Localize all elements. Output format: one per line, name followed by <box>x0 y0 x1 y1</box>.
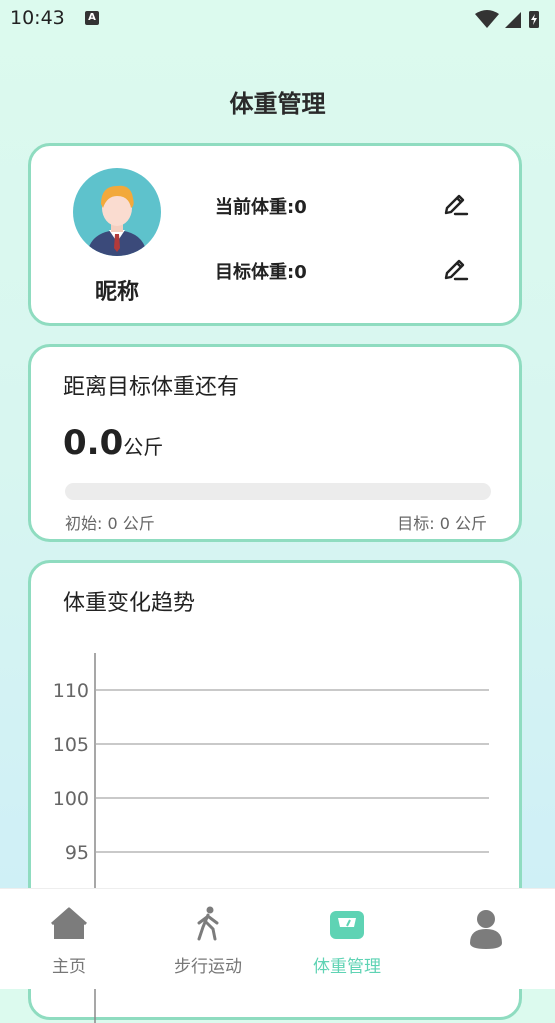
target-weight-value: 0 <box>294 262 307 283</box>
tab-label: 步行运动 <box>174 957 242 977</box>
goal-card: 距离目标体重还有 0.0公斤 初始: 0 公斤 目标: 0 公斤 <box>28 344 522 542</box>
tab-label: 主页 <box>52 957 86 977</box>
signal-icon <box>505 12 521 28</box>
goal-heading: 距离目标体重还有 <box>63 375 240 400</box>
edit-current-weight-icon[interactable] <box>441 188 471 218</box>
remaining-weight-unit: 公斤 <box>123 435 164 459</box>
current-weight-value: 0 <box>294 197 307 218</box>
remaining-weight-value: 0.0 <box>63 423 124 463</box>
y-tick-label: 100 <box>53 788 89 810</box>
goal-progress-bar <box>65 483 491 500</box>
remaining-weight: 0.0公斤 <box>63 423 163 463</box>
tab-walking[interactable]: 步行运动 <box>139 889 277 989</box>
target-weight: 目标体重:0 <box>215 258 307 284</box>
tab-profile[interactable] <box>417 889 555 989</box>
avatar[interactable] <box>73 168 161 256</box>
current-weight: 当前体重:0 <box>215 193 307 219</box>
tab-weight[interactable]: 体重管理 <box>278 889 416 989</box>
target-weight-text: 目标: 0 公斤 <box>397 514 487 533</box>
profile-card: 昵称 当前体重:0 目标体重:0 <box>28 143 522 326</box>
home-icon <box>51 907 87 939</box>
start-weight-text: 初始: 0 公斤 <box>65 514 155 533</box>
tab-label: 体重管理 <box>313 957 381 977</box>
scale-icon <box>330 911 364 939</box>
y-tick-label: 110 <box>53 680 89 702</box>
page-title: 体重管理 <box>229 90 326 118</box>
y-tick-label: 95 <box>65 842 89 864</box>
keyboard-notification-icon: A <box>85 11 99 25</box>
nickname[interactable]: 昵称 <box>57 274 177 306</box>
current-weight-label: 当前体重: <box>215 197 295 218</box>
wifi-icon <box>475 10 499 28</box>
status-time: 10:43 <box>10 7 65 29</box>
status-icons <box>475 10 539 28</box>
bottom-tab-bar: 主页 步行运动 体重管理 <box>0 888 555 989</box>
status-bar: 10:43 A <box>0 0 555 38</box>
y-tick-label: 105 <box>53 734 89 756</box>
walking-icon <box>197 906 219 941</box>
target-weight-label: 目标体重: <box>215 262 295 283</box>
tab-home[interactable]: 主页 <box>0 889 138 989</box>
profile-icon <box>470 910 502 949</box>
edit-target-weight-icon[interactable] <box>441 253 471 283</box>
